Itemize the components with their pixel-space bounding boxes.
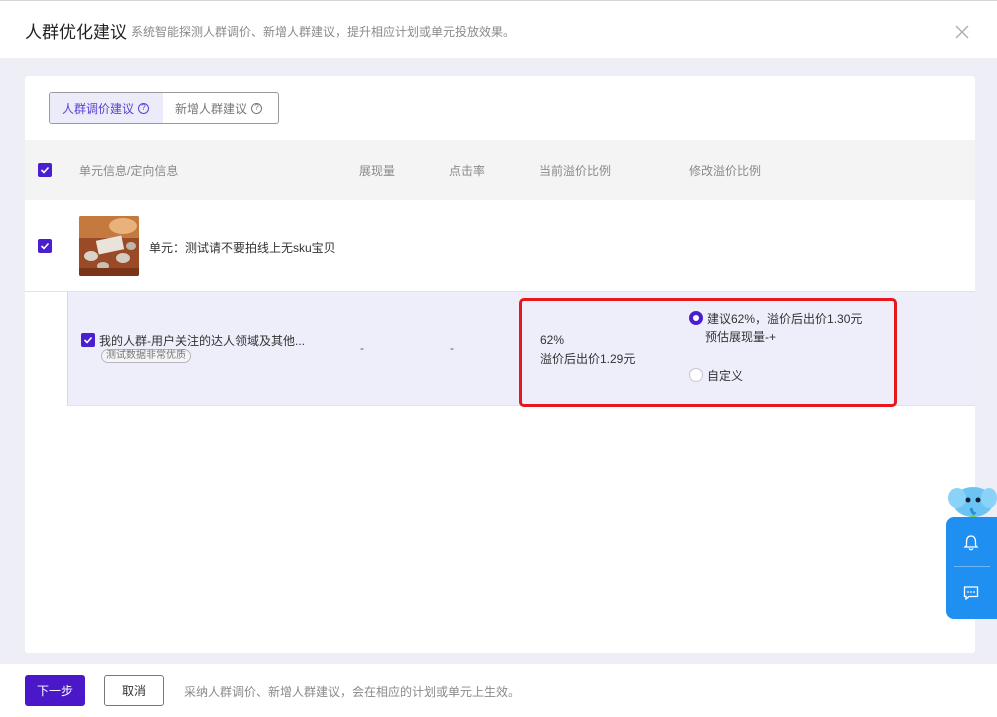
mascot-icon[interactable] <box>947 482 997 522</box>
unit-checkbox[interactable] <box>38 239 52 253</box>
check-icon <box>40 242 50 250</box>
tab-group: 人群调价建议 ? 新增人群建议 ? <box>49 92 279 124</box>
column-header-modify-premium: 修改溢价比例 <box>689 164 762 178</box>
unit-thumbnail <box>79 216 139 276</box>
float-widget <box>946 517 997 619</box>
tab-label: 新增人群建议 <box>175 101 248 116</box>
footer-note: 采纳人群调价、新增人群建议，会在相应的计划或单元上生效。 <box>184 685 521 699</box>
table-header: 单元信息/定向信息 展现量 点击率 当前溢价比例 修改溢价比例 <box>25 140 975 200</box>
column-header-impressions: 展现量 <box>359 164 396 178</box>
column-header-ctr: 点击率 <box>449 164 486 178</box>
dialog-footer: 下一步 取消 采纳人群调价、新增人群建议，会在相应的计划或单元上生效。 <box>0 664 997 717</box>
bell-icon[interactable] <box>962 534 980 552</box>
dialog-subtitle: 系统智能探测人群调价、新增人群建议，提升相应计划或单元投放效果。 <box>131 25 516 39</box>
audience-tag: 测试数据非常优质 <box>101 349 191 363</box>
chat-icon[interactable] <box>962 584 980 602</box>
close-icon[interactable] <box>951 21 973 43</box>
tab-price-adjust[interactable]: 人群调价建议 ? <box>50 93 163 123</box>
audience-name: 我的人群-用户关注的达人领域及其他... <box>99 334 305 348</box>
question-icon[interactable]: ? <box>251 102 263 114</box>
question-icon[interactable]: ? <box>138 102 150 114</box>
dialog-header: 人群优化建议 系统智能探测人群调价、新增人群建议，提升相应计划或单元投放效果。 <box>0 1 997 58</box>
impressions-value: - <box>360 341 364 355</box>
cancel-button[interactable]: 取消 <box>104 675 164 706</box>
check-icon <box>83 336 93 344</box>
next-button[interactable]: 下一步 <box>25 675 85 706</box>
dialog-title: 人群优化建议 <box>25 23 127 42</box>
widget-divider <box>954 566 990 567</box>
select-all-checkbox[interactable] <box>38 163 52 177</box>
check-icon <box>40 166 50 174</box>
column-header-unit: 单元信息/定向信息 <box>79 164 179 178</box>
tab-new-audience[interactable]: 新增人群建议 ? <box>163 93 274 123</box>
audience-checkbox[interactable] <box>81 333 95 347</box>
column-header-current-premium: 当前溢价比例 <box>539 164 612 178</box>
tab-label: 人群调价建议 <box>62 101 135 116</box>
ctr-value: - <box>450 341 454 355</box>
highlight-box <box>519 298 897 407</box>
table-row-unit: 单元：测试请不要拍线上无sku宝贝 <box>25 200 975 292</box>
unit-label: 单元：测试请不要拍线上无sku宝贝 <box>149 241 336 255</box>
